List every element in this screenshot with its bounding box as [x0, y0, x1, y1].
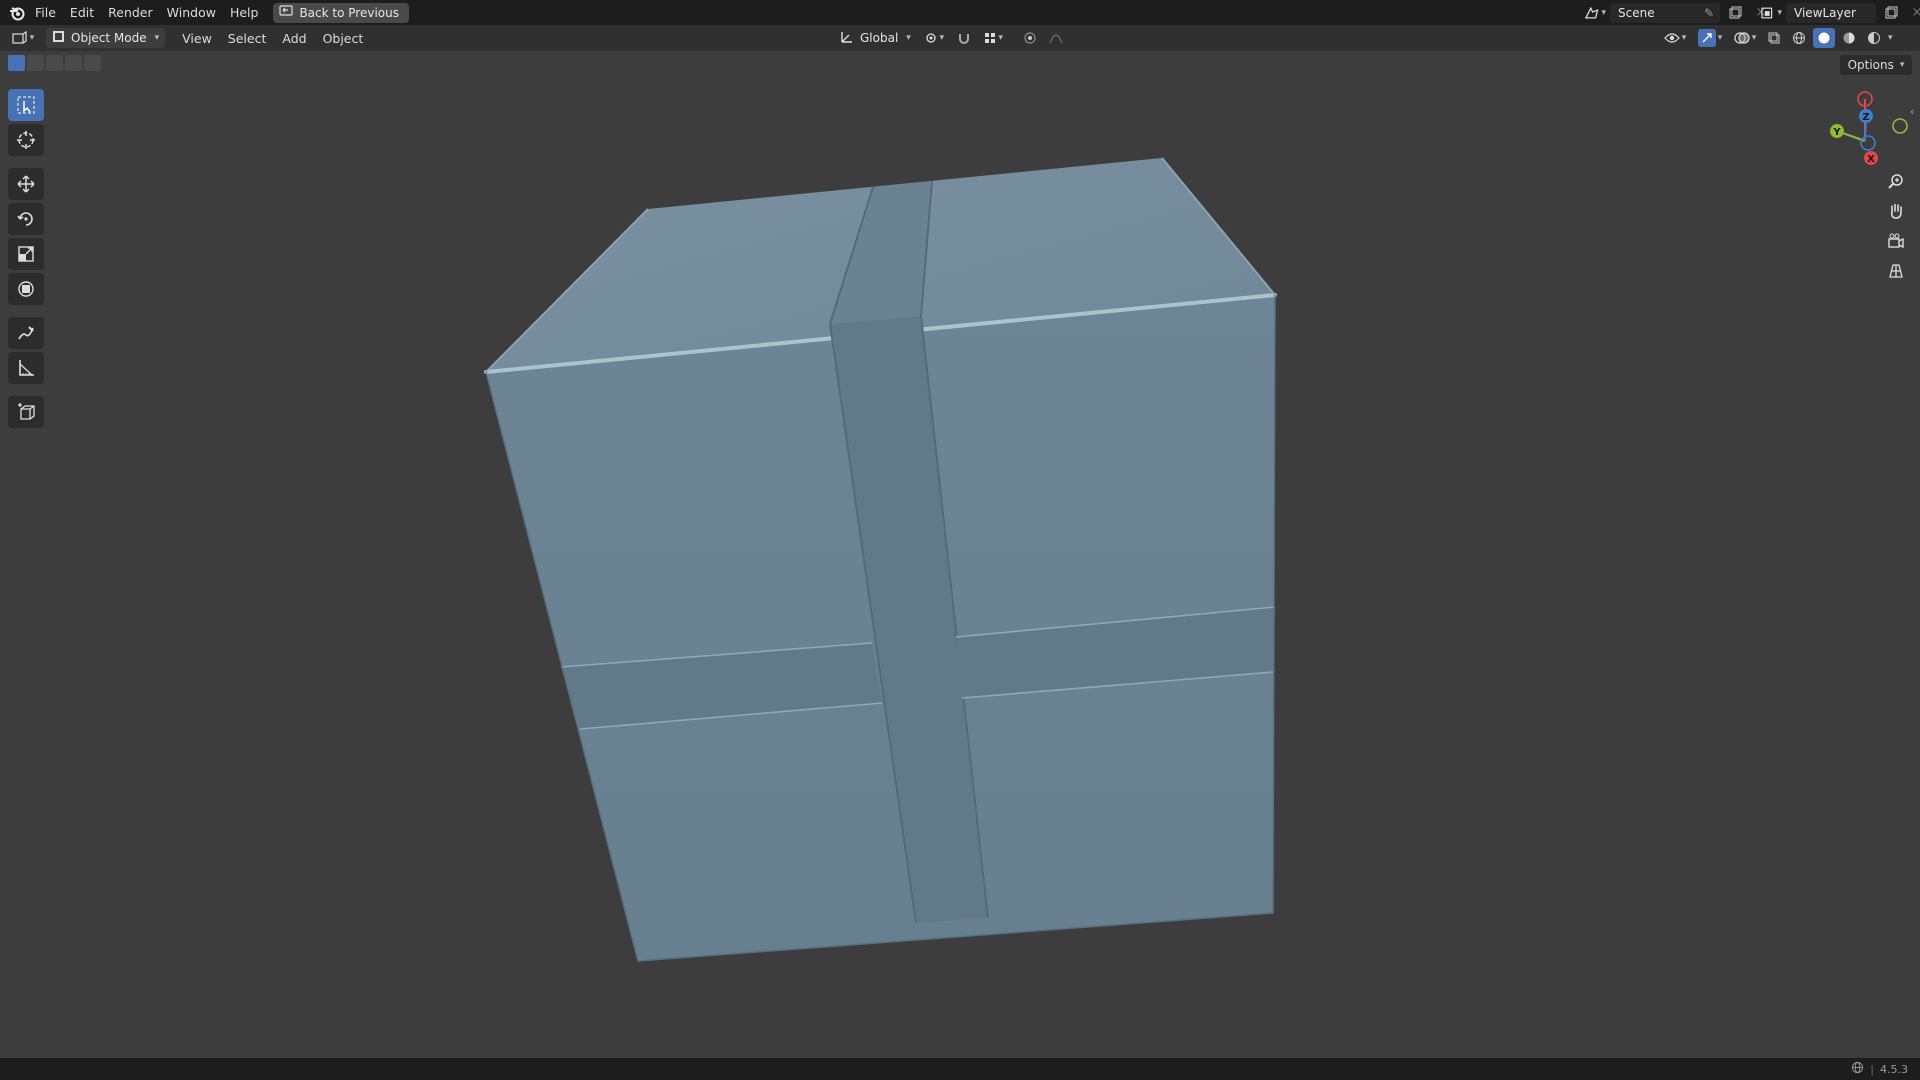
select-invert-icon[interactable]	[65, 55, 82, 71]
gizmo-z-label: Z	[1862, 112, 1869, 123]
orientation-label: Global	[860, 31, 899, 45]
menu-window[interactable]: Window	[160, 0, 223, 25]
shading-options-chevron-icon[interactable]: ▾	[1888, 33, 1893, 43]
menu-object[interactable]: Object	[316, 25, 371, 51]
select-new-icon[interactable]	[8, 55, 25, 71]
top-menu-bar: File Edit Render Window Help Back to Pre…	[0, 0, 1920, 25]
network-globe-icon[interactable]	[1851, 1061, 1864, 1077]
object-mode-icon	[52, 30, 65, 46]
navigation-gizmo[interactable]: Y Z X	[1820, 89, 1910, 179]
menu-file[interactable]: File	[28, 0, 63, 25]
transform-orientation-dropdown[interactable]: Global ▾	[836, 28, 915, 48]
zoom-icon[interactable]	[1880, 167, 1912, 195]
chevron-down-icon: ▾	[1899, 60, 1905, 70]
pivot-point-icon[interactable]: ▾	[919, 28, 949, 48]
status-divider: |	[1870, 1062, 1874, 1076]
select-extend-icon[interactable]	[27, 55, 44, 71]
back-to-previous-button[interactable]: Back to Previous	[273, 2, 409, 23]
pan-hand-icon[interactable]	[1880, 197, 1912, 225]
menu-render[interactable]: Render	[101, 0, 160, 25]
viewport-canvas	[484, 157, 1277, 962]
chevron-down-icon: ▾	[906, 33, 911, 43]
view-layer-name-field[interactable]: ViewLayer	[1786, 2, 1876, 23]
transform-tool-icon[interactable]	[8, 273, 44, 305]
select-box-tool-icon[interactable]	[8, 89, 44, 121]
annotate-tool-icon[interactable]	[8, 317, 44, 349]
perspective-toggle-icon[interactable]	[1880, 257, 1912, 285]
wireframe-shading-icon[interactable]	[1788, 28, 1810, 48]
gizmo-x-label: X	[1867, 154, 1875, 165]
blender-version: 4.5.3	[1880, 1062, 1908, 1076]
status-bar: | 4.5.3	[0, 1058, 1920, 1080]
object-mode-label: Object Mode	[71, 31, 147, 45]
editor-type-icon[interactable]: ▾	[8, 28, 38, 48]
menu-help[interactable]: Help	[223, 0, 266, 25]
menu-view[interactable]: View	[175, 25, 219, 51]
scene-name: Scene	[1618, 5, 1655, 20]
view-layer-name: ViewLayer	[1794, 5, 1856, 20]
scene-name-field[interactable]: Scene ✎	[1610, 2, 1720, 23]
xray-toggle-icon[interactable]	[1763, 28, 1785, 48]
sidebar-toggle-icon[interactable]: ‹	[1910, 105, 1914, 118]
proportional-falloff-icon[interactable]	[1045, 28, 1067, 48]
solid-shading-icon[interactable]	[1813, 28, 1835, 48]
options-dropdown[interactable]: Options ▾	[1840, 55, 1912, 75]
camera-view-icon[interactable]	[1880, 227, 1912, 255]
options-label: Options	[1847, 58, 1894, 72]
proportional-editing-icon[interactable]	[1019, 28, 1041, 48]
gizmo-neg-y-handle[interactable]	[1860, 135, 1876, 151]
version-area: | 4.5.3	[1851, 1058, 1908, 1080]
gizmo-x-neg-handle[interactable]	[1892, 118, 1908, 134]
measure-tool-icon[interactable]	[8, 352, 44, 384]
menu-edit[interactable]: Edit	[63, 0, 101, 25]
rotate-tool-icon[interactable]	[8, 203, 44, 235]
screen-back-icon	[279, 5, 294, 20]
material-preview-shading-icon[interactable]	[1838, 28, 1860, 48]
gizmo-toggle-icon[interactable]: ▾	[1693, 28, 1727, 48]
3d-viewport[interactable]: Options ▾ ‹ Y Z X	[0, 51, 1920, 1058]
visibility-eye-icon[interactable]: ▾	[1660, 28, 1690, 48]
menu-add[interactable]: Add	[275, 25, 313, 51]
tool-shelf	[8, 86, 48, 431]
overlays-icon[interactable]: ▾	[1730, 28, 1760, 48]
snap-target-icon[interactable]: ▾	[979, 28, 1007, 48]
new-view-layer-icon[interactable]	[1880, 3, 1902, 23]
select-subtract-icon[interactable]	[46, 55, 63, 71]
view-layer-selector-icon[interactable]: ▾	[1760, 3, 1782, 23]
new-scene-icon[interactable]	[1724, 3, 1746, 23]
selection-mode-group	[8, 55, 101, 71]
chevron-down-icon: ▾	[154, 33, 160, 43]
viewport-header: ▾ Object Mode ▾ View Select Add Object G…	[0, 25, 1920, 51]
orientation-axes-icon	[840, 30, 854, 47]
snap-toggle-icon[interactable]	[953, 28, 975, 48]
pin-icon[interactable]: ✎	[1704, 6, 1714, 20]
blender-logo-icon[interactable]	[6, 3, 28, 23]
scene-selector-icon[interactable]: ▾	[1584, 3, 1606, 23]
rendered-shading-icon[interactable]	[1863, 28, 1885, 48]
back-to-previous-label: Back to Previous	[299, 5, 399, 20]
delete-view-layer-icon[interactable]: ×	[1906, 3, 1920, 23]
scale-tool-icon[interactable]	[8, 238, 44, 270]
object-mode-dropdown[interactable]: Object Mode ▾	[46, 28, 166, 48]
select-intersect-icon[interactable]	[84, 55, 101, 71]
menu-select[interactable]: Select	[221, 25, 274, 51]
gizmo-y-label: Y	[1832, 127, 1841, 138]
cursor-tool-icon[interactable]	[8, 124, 44, 156]
move-tool-icon[interactable]	[8, 168, 44, 200]
gift-box-mesh[interactable]	[484, 157, 1277, 962]
add-cube-tool-icon[interactable]	[8, 396, 44, 428]
